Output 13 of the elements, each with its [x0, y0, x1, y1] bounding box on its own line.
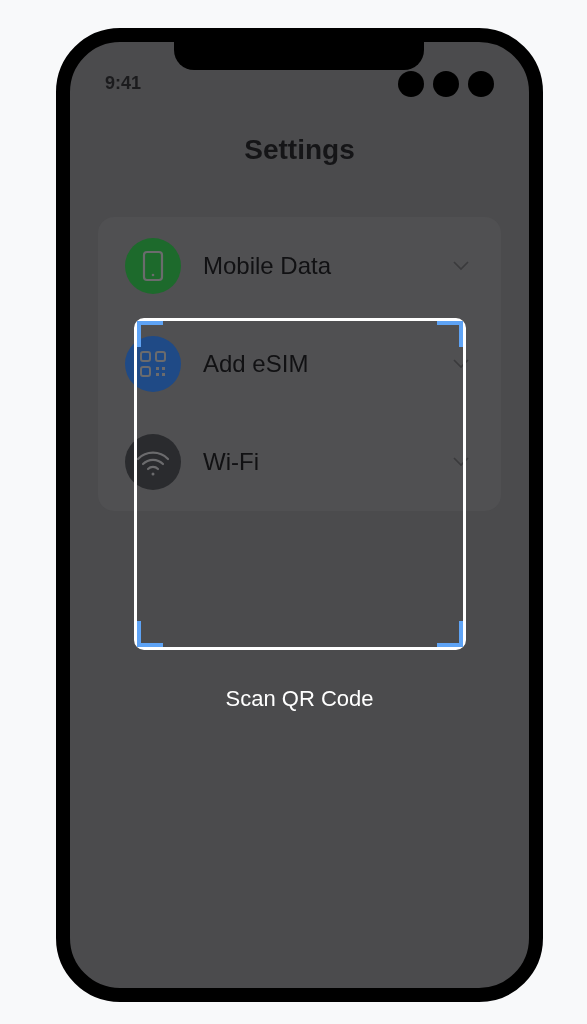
status-dot [398, 70, 424, 97]
scan-label: Scan QR Code [224, 685, 375, 713]
row-label: Add eSIM [203, 349, 310, 379]
chevron-icon[interactable] [453, 457, 469, 467]
settings-row[interactable]: Add eSIM [98, 315, 501, 413]
status-dot [433, 70, 459, 97]
settings-row[interactable]: Wi-Fi [98, 413, 501, 511]
row-label: Wi-Fi [203, 447, 260, 477]
chevron-icon[interactable] [453, 359, 469, 369]
status-dot [468, 70, 494, 97]
settings-row[interactable]: Mobile Data [98, 217, 501, 315]
qr-code-icon [137, 348, 169, 380]
row-label: Mobile Data [203, 251, 333, 281]
